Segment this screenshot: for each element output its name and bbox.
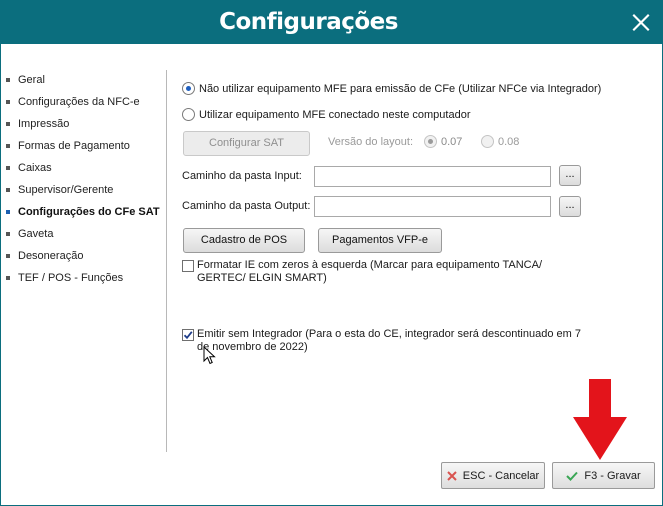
radio-unselected-icon[interactable] — [182, 108, 195, 121]
save-button[interactable]: F3 - Gravar — [552, 462, 655, 489]
mouse-cursor-icon — [203, 346, 216, 365]
bullet-icon — [6, 188, 10, 192]
browse-input-button[interactable]: ... — [559, 165, 581, 186]
format-ie-option[interactable]: Formatar IE com zeros à esquerda (Marcar… — [182, 259, 592, 285]
close-icon — [632, 14, 649, 31]
pos-register-button[interactable]: Cadastro de POS — [183, 228, 305, 253]
sidebar-item-label: Gaveta — [18, 228, 54, 240]
browse-output-button[interactable]: ... — [559, 196, 581, 217]
sidebar-item-geral[interactable]: Geral — [6, 73, 166, 95]
bullet-icon — [6, 276, 10, 280]
sidebar-item-formas-pagamento[interactable]: Formas de Pagamento — [6, 139, 166, 161]
radio-version-008[interactable]: 0.08 — [481, 135, 519, 148]
bullet-icon — [6, 254, 10, 258]
configure-sat-button[interactable]: Configurar SAT — [183, 131, 310, 156]
format-ie-checkbox[interactable] — [182, 260, 194, 272]
bullet-icon — [6, 100, 10, 104]
input-path-label: Caminho da pasta Input: — [182, 170, 302, 182]
checkmark-icon — [566, 471, 579, 481]
title-bar: Configurações — [0, 0, 663, 44]
sidebar-item-gaveta[interactable]: Gaveta — [6, 227, 166, 249]
sidebar-item-cfe-sat[interactable]: Configurações do CFe SAT — [6, 205, 166, 227]
radio-version-007[interactable]: 0.07 — [424, 135, 462, 148]
sidebar-item-supervisor[interactable]: Supervisor/Gerente — [6, 183, 166, 205]
sidebar-item-label: Caixas — [18, 162, 52, 174]
bullet-icon — [6, 166, 10, 170]
red-arrow-icon — [573, 379, 627, 460]
output-path-label: Caminho da pasta Output: — [182, 200, 311, 212]
sidebar-item-label: TEF / POS - Funções — [18, 272, 124, 284]
radio-selected-icon[interactable] — [182, 82, 195, 95]
sidebar-item-label: Geral — [18, 74, 45, 86]
sidebar-item-label: Impressão — [18, 118, 70, 130]
save-button-label: F3 - Gravar — [584, 469, 641, 482]
radio-unselected-icon[interactable] — [481, 135, 494, 148]
bullet-icon — [6, 78, 10, 82]
radio-use-mfe-label: Utilizar equipamento MFE conectado neste… — [199, 108, 471, 121]
sidebar-item-label: Formas de Pagamento — [18, 140, 130, 152]
bullet-icon — [6, 210, 10, 214]
sidebar-item-tef-pos[interactable]: TEF / POS - Funções — [6, 271, 166, 293]
sidebar-item-impressao[interactable]: Impressão — [6, 117, 166, 139]
cancel-x-icon — [447, 470, 457, 481]
emit-without-integrator-checkbox[interactable] — [182, 329, 194, 341]
version-007-label: 0.07 — [441, 135, 463, 148]
window-title: Configurações — [219, 9, 398, 35]
format-ie-label: Formatar IE com zeros à esquerda (Marcar… — [197, 259, 543, 284]
bullet-icon — [6, 122, 10, 126]
emit-without-integrator-label: Emitir sem Integrador (Para o esta do CE… — [197, 328, 581, 353]
sidebar-nav: Geral Configurações da NFC-e Impressão F… — [6, 73, 166, 293]
layout-version-label: Versão do layout: — [328, 136, 414, 148]
close-button[interactable] — [618, 0, 663, 44]
sidebar-item-label: Desoneração — [18, 250, 84, 262]
emit-without-integrator-option[interactable]: Emitir sem Integrador (Para o esta do CE… — [182, 328, 592, 354]
cancel-button[interactable]: ESC - Cancelar — [441, 462, 545, 489]
sidebar-item-caixas[interactable]: Caixas — [6, 161, 166, 183]
sidebar-item-desoneracao[interactable]: Desoneração — [6, 249, 166, 271]
output-path-field[interactable] — [314, 196, 551, 217]
sidebar-item-label: Supervisor/Gerente — [18, 184, 114, 196]
input-path-field[interactable] — [314, 166, 551, 187]
sidebar-item-label: Configurações da NFC-e — [18, 96, 140, 108]
panel-divider — [166, 70, 167, 452]
cancel-button-label: ESC - Cancelar — [462, 469, 540, 482]
bullet-icon — [6, 232, 10, 236]
radio-no-mfe-label: Não utilizar equipamento MFE para emissã… — [199, 82, 602, 95]
radio-no-mfe[interactable]: Não utilizar equipamento MFE para emissã… — [182, 82, 601, 95]
sidebar-item-nfce[interactable]: Configurações da NFC-e — [6, 95, 166, 117]
version-008-label: 0.08 — [498, 135, 520, 148]
vfp-payments-button[interactable]: Pagamentos VFP-e — [318, 228, 442, 253]
checkmark-icon — [183, 331, 193, 340]
bullet-icon — [6, 144, 10, 148]
sidebar-item-label: Configurações do CFe SAT — [18, 206, 160, 218]
radio-use-mfe[interactable]: Utilizar equipamento MFE conectado neste… — [182, 108, 470, 121]
radio-selected-icon[interactable] — [424, 135, 437, 148]
